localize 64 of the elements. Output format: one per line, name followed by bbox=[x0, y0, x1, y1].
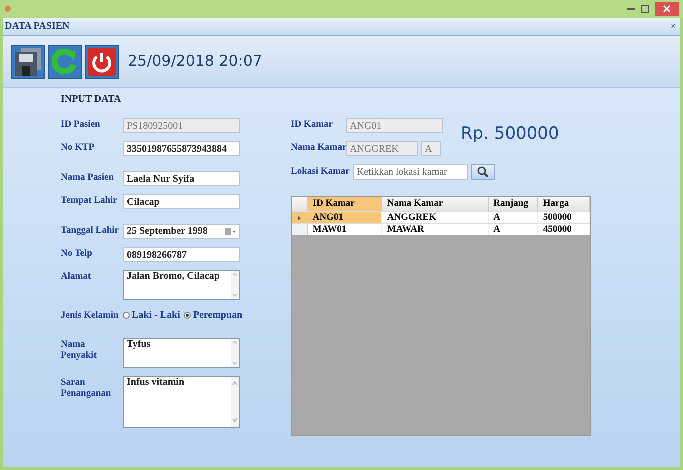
power-button[interactable] bbox=[85, 44, 119, 78]
search-button[interactable] bbox=[470, 164, 495, 180]
text-area[interactable]: Infus vitamin bbox=[123, 376, 240, 428]
field-label: Tempat Lahir bbox=[61, 195, 118, 207]
close-icon[interactable] bbox=[655, 2, 679, 16]
scrollbar-icon bbox=[231, 377, 239, 427]
search-icon bbox=[476, 166, 489, 178]
field-label: Saran Penanganan bbox=[61, 377, 112, 400]
field-label: No Telp bbox=[61, 248, 94, 260]
field-label: ID Kamar bbox=[291, 119, 334, 132]
input-field[interactable]: Cilacap bbox=[123, 194, 240, 209]
field-label: Alamat bbox=[61, 271, 92, 283]
row-selector[interactable] bbox=[292, 212, 308, 223]
datetime-text: 25/09/2018 20:07 bbox=[128, 51, 262, 72]
table-cell: A bbox=[488, 224, 538, 235]
section-title: INPUT DATA bbox=[61, 93, 122, 107]
search-field[interactable]: Ketikkan lokasi kamar bbox=[352, 164, 468, 180]
app-icon bbox=[4, 5, 12, 13]
text-area[interactable]: Tyfus bbox=[123, 338, 240, 368]
table-cell: 450000 bbox=[538, 224, 590, 235]
field-label: Nama Pasien bbox=[61, 172, 116, 184]
field-label: No KTP bbox=[61, 142, 96, 154]
scrollbar-icon bbox=[231, 339, 239, 367]
field-label: ID Pasien bbox=[61, 119, 102, 131]
table-cell: MAW01 bbox=[308, 224, 382, 235]
scrollbar-icon bbox=[231, 271, 239, 299]
input-field: ANG01 bbox=[346, 118, 443, 133]
date-value: 25 September 1998 bbox=[127, 225, 208, 239]
input-field: PS180925001 bbox=[123, 118, 240, 133]
field-label: Jenis Kelamin bbox=[61, 310, 120, 322]
text-area[interactable]: Jalan Bromo, Cilacap bbox=[123, 270, 240, 300]
radio-option[interactable]: Laki - Laki bbox=[123, 308, 180, 323]
text-area-value: Tyfus bbox=[126, 339, 151, 352]
maximize-icon[interactable] bbox=[641, 5, 649, 13]
field-label: Lokasi Kamar bbox=[291, 166, 350, 179]
pin-button[interactable]: × bbox=[670, 20, 678, 34]
input-field: ANGGREK bbox=[346, 141, 418, 156]
input-field: A bbox=[421, 141, 441, 156]
calendar-dropdown-icon bbox=[225, 228, 236, 235]
save-button[interactable] bbox=[11, 44, 45, 78]
field-label: Tanggal Lahir bbox=[61, 225, 120, 237]
radio-option[interactable]: Perempuan bbox=[184, 308, 243, 323]
minimize-icon[interactable] bbox=[627, 7, 635, 11]
power-icon bbox=[88, 48, 116, 76]
price-text: Rp. 500000 bbox=[461, 123, 560, 146]
column-header[interactable]: ID Kamar bbox=[308, 197, 382, 211]
table-cell: MAWAR bbox=[382, 224, 489, 235]
refresh-icon bbox=[52, 48, 78, 74]
tab-title[interactable]: DATA PASIEN bbox=[5, 19, 70, 34]
text-area-value: Infus vitamin bbox=[126, 377, 185, 390]
field-label: Nama Penyakit bbox=[61, 339, 98, 362]
row-pointer-icon bbox=[298, 216, 301, 221]
radio-button[interactable] bbox=[123, 312, 130, 319]
radio-button[interactable] bbox=[184, 312, 192, 319]
date-picker[interactable]: 25 September 1998 bbox=[123, 224, 240, 239]
field-label: Nama Kamar bbox=[291, 142, 346, 156]
input-field[interactable]: Laela Nur Syifa bbox=[123, 171, 240, 186]
text-area-value: Jalan Bromo, Cilacap bbox=[126, 271, 220, 284]
radio-label: Perempuan bbox=[193, 309, 243, 323]
input-field[interactable]: 089198266787 bbox=[123, 247, 240, 262]
floppy-disk-icon bbox=[15, 48, 41, 76]
input-field[interactable]: 33501987655873943884 bbox=[123, 141, 240, 156]
table-cell: ANG01 bbox=[308, 212, 382, 223]
radio-label: Laki - Laki bbox=[132, 309, 180, 323]
